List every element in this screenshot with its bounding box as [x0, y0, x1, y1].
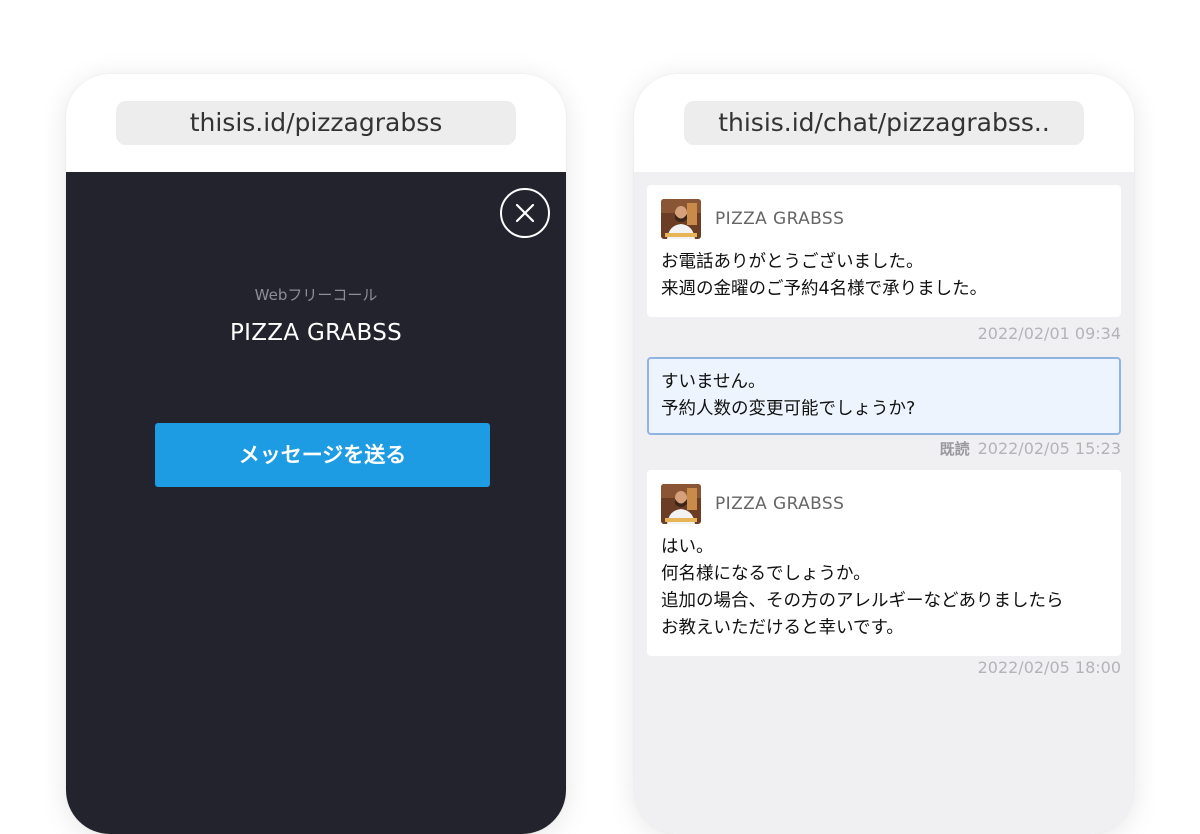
message-text: お電話ありがとうございました。 来週の金曜のご予約4名様で承りました。: [661, 249, 1107, 303]
message-text: すいません。 予約人数の変更可能でしょうか?: [661, 369, 1107, 423]
message-line: はい。: [661, 537, 714, 557]
message-timestamp: 2022/02/01 09:34: [978, 324, 1121, 343]
sender-row: PIZZA GRABSS: [661, 199, 1107, 239]
avatar: [661, 199, 701, 239]
close-icon: [515, 203, 535, 223]
business-name: PIZZA GRABSS: [230, 320, 402, 346]
message-bubble: PIZZA GRABSS お電話ありがとうございました。 来週の金曜のご予約4名…: [647, 185, 1121, 317]
sender-name: PIZZA GRABSS: [715, 494, 845, 514]
message-line: 追加の場合、その方のアレルギーなどありましたら: [661, 591, 1064, 611]
read-receipt: 既読: [939, 440, 970, 458]
message-line: お電話ありがとうございました。: [661, 252, 924, 272]
message-text: はい。 何名様になるでしょうか。 追加の場合、その方のアレルギーなどありましたら…: [661, 534, 1107, 642]
call-label: Webフリーコール: [254, 286, 378, 304]
sender-name: PIZZA GRABSS: [715, 209, 845, 229]
right-phone: thisis.id/chat/pizzagrabss.. PIZZA GRABS: [634, 74, 1134, 834]
close-button[interactable]: [500, 188, 550, 238]
message-line: お教えいただけると幸いです。: [661, 618, 904, 638]
url-bar[interactable]: thisis.id/pizzagrabss: [116, 101, 516, 145]
own-message-bubble: すいません。 予約人数の変更可能でしょうか?: [647, 357, 1121, 435]
message-line: 来週の金曜のご予約4名様で承りました。: [661, 279, 988, 299]
message-line: 何名様になるでしょうか。: [661, 564, 871, 584]
message-timestamp: 既読 2022/02/05 15:23: [940, 438, 1121, 459]
chat-screen: PIZZA GRABSS お電話ありがとうございました。 来週の金曜のご予約4名…: [634, 172, 1134, 834]
timestamp: 2022/02/05 18:00: [977, 658, 1121, 677]
timestamp: 2022/02/05 15:23: [977, 439, 1121, 458]
sender-row: PIZZA GRABSS: [661, 484, 1107, 524]
message-bubble: PIZZA GRABSS はい。 何名様になるでしょうか。 追加の場合、その方の…: [647, 470, 1121, 656]
message-line: すいません。: [661, 372, 766, 392]
url-bar[interactable]: thisis.id/chat/pizzagrabss..: [684, 101, 1084, 145]
avatar: [661, 484, 701, 524]
message-line: 予約人数の変更可能でしょうか?: [661, 399, 916, 419]
timestamp: 2022/02/01 09:34: [977, 324, 1121, 343]
call-screen: Webフリーコール PIZZA GRABSS メッセージを送る: [66, 172, 566, 834]
message-timestamp: 2022/02/05 18:00: [978, 658, 1121, 677]
send-message-button[interactable]: メッセージを送る: [155, 423, 490, 487]
left-phone: thisis.id/pizzagrabss Webフリーコール PIZZA GR…: [66, 74, 566, 834]
